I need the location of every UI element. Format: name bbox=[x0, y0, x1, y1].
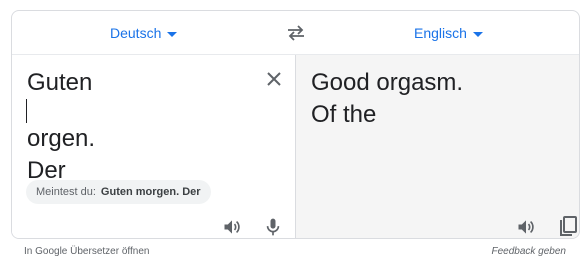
source-listen-button[interactable] bbox=[220, 215, 244, 238]
copy-icon bbox=[560, 216, 577, 236]
microphone-icon bbox=[266, 218, 280, 236]
open-in-translate-link[interactable]: In Google Übersetzer öffnen bbox=[24, 246, 149, 257]
translation-line-1: Good orgasm. bbox=[311, 69, 464, 96]
source-text-part-2: orgen. bbox=[27, 125, 96, 152]
did-you-mean-suggestion[interactable]: Meintest du: Guten morgen. Der bbox=[26, 180, 211, 204]
source-pane: Guten orgen. Der Meintest du: Guten morg… bbox=[12, 55, 296, 238]
voice-input-button[interactable] bbox=[261, 215, 285, 238]
source-text-line-1: Guten orgen. bbox=[26, 67, 257, 155]
translate-card: Deutsch Englisch Guten orgen. Der Meinte… bbox=[11, 10, 580, 239]
speaker-icon bbox=[224, 220, 240, 234]
clear-text-button[interactable] bbox=[264, 69, 284, 89]
speaker-icon bbox=[518, 220, 534, 234]
suggestion-text: Guten morgen. Der bbox=[100, 186, 201, 198]
target-language-selector[interactable]: Englisch bbox=[414, 11, 483, 55]
swap-arrows-icon bbox=[288, 25, 304, 41]
close-icon bbox=[267, 72, 281, 86]
suggestion-prefix: Meintest du: bbox=[36, 186, 96, 198]
language-bar: Deutsch Englisch bbox=[12, 11, 579, 55]
feedback-link[interactable]: Feedback geben bbox=[491, 246, 566, 257]
chevron-down-icon bbox=[472, 31, 483, 37]
source-language-selector[interactable]: Deutsch bbox=[110, 11, 178, 55]
translation-output: Good orgasm. Of the bbox=[311, 67, 561, 131]
target-listen-button[interactable] bbox=[514, 215, 538, 238]
source-text-part-1: Guten bbox=[27, 69, 100, 96]
source-text-input[interactable]: Guten orgen. Der bbox=[26, 67, 257, 187]
copy-translation-button[interactable] bbox=[556, 215, 579, 238]
text-cursor bbox=[26, 99, 27, 123]
translation-line-2: Of the bbox=[311, 101, 377, 128]
target-language-label: Englisch bbox=[414, 25, 467, 41]
source-language-label: Deutsch bbox=[110, 25, 162, 41]
chevron-down-icon bbox=[167, 31, 178, 37]
swap-languages-button[interactable] bbox=[284, 23, 308, 43]
target-pane: Good orgasm. Of the bbox=[296, 55, 579, 238]
